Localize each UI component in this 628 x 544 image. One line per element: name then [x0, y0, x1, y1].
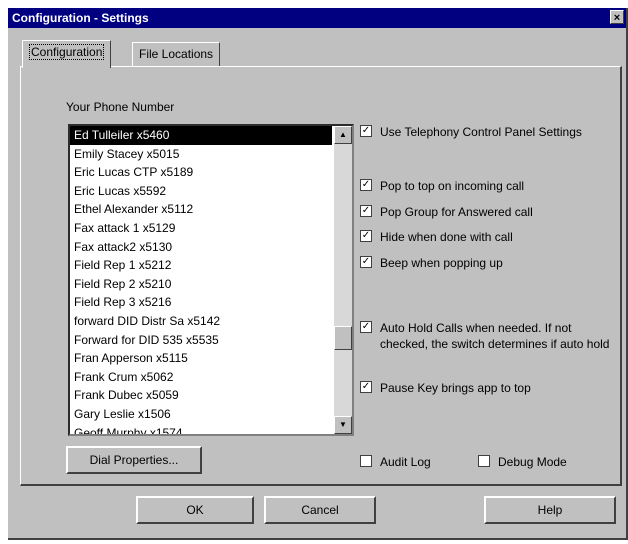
list-scrollbar[interactable]: ▲ ▼: [334, 126, 352, 434]
tab-configuration-label: Configuration: [29, 44, 105, 60]
title-bar[interactable]: Configuration - Settings ×: [8, 8, 626, 28]
checkbox-label: Auto Hold Calls when needed. If not chec…: [380, 321, 610, 351]
checkbox-label: Use Telephony Control Panel Settings: [380, 125, 582, 139]
pop-to-top-checkbox[interactable]: ✓ Pop to top on incoming call: [360, 178, 610, 194]
checkbox-box[interactable]: ✓: [360, 381, 372, 393]
hide-when-done-checkbox[interactable]: ✓ Hide when done with call: [360, 229, 610, 245]
phone-number-listbox[interactable]: Ed Tulleiler x5460 Emily Stacey x5015 Eric…: [68, 124, 354, 436]
settings-dialog: Configuration - Settings × Configuration…: [8, 8, 628, 540]
scroll-up-icon[interactable]: ▲: [334, 126, 352, 144]
scroll-thumb[interactable]: [334, 326, 352, 350]
tab-file-locations-label: File Locations: [139, 47, 214, 61]
checkbox-box[interactable]: ✓: [360, 179, 372, 191]
list-item[interactable]: Fax attack 1 x5129: [70, 219, 332, 238]
ok-button[interactable]: OK: [136, 496, 254, 524]
tab-configuration[interactable]: Configuration: [22, 40, 112, 68]
list-item[interactable]: forward DID Distr Sa x5142: [70, 312, 332, 331]
checkbox-label: Audit Log: [380, 455, 431, 469]
list-item[interactable]: Field Rep 3 x5216: [70, 293, 332, 312]
checkbox-box[interactable]: ✓: [360, 125, 372, 137]
list-item[interactable]: Forward for DID 535 x5535: [70, 331, 332, 350]
list-item[interactable]: Fax attack2 x5130: [70, 238, 332, 257]
checkbox-box[interactable]: [478, 455, 490, 467]
list-item[interactable]: Ed Tulleiler x5460: [70, 126, 332, 145]
scroll-down-icon[interactable]: ▼: [334, 416, 352, 434]
close-icon[interactable]: ×: [610, 10, 624, 24]
beep-when-popping-checkbox[interactable]: ✓ Beep when popping up: [360, 255, 610, 271]
list-item[interactable]: Fran Apperson x5115: [70, 349, 332, 368]
list-item[interactable]: Field Rep 1 x5212: [70, 256, 332, 275]
dial-properties-button[interactable]: Dial Properties...: [66, 446, 202, 474]
checkbox-label: Hide when done with call: [380, 230, 513, 244]
list-item[interactable]: Gary Leslie x1506: [70, 405, 332, 424]
checkbox-label: Pop to top on incoming call: [380, 179, 525, 193]
checkbox-box[interactable]: ✓: [360, 230, 372, 242]
tab-file-locations[interactable]: File Locations: [132, 42, 221, 66]
cancel-button[interactable]: Cancel: [264, 496, 376, 524]
list-item[interactable]: Geoff Murphy x1574: [70, 424, 332, 435]
pause-key-checkbox[interactable]: ✓ Pause Key brings app to top: [360, 380, 610, 396]
checkbox-box[interactable]: ✓: [360, 256, 372, 268]
pop-group-checkbox[interactable]: ✓ Pop Group for Answered call: [360, 204, 610, 220]
auto-hold-checkbox[interactable]: ✓ Auto Hold Calls when needed. If not ch…: [360, 320, 622, 352]
checkbox-label: Debug Mode: [498, 455, 567, 469]
list-item[interactable]: Ethel Alexander x5112: [70, 200, 332, 219]
audit-log-checkbox[interactable]: Audit Log: [360, 454, 470, 470]
checkbox-box[interactable]: ✓: [360, 205, 372, 217]
phone-number-items: Ed Tulleiler x5460 Emily Stacey x5015 Eric…: [70, 126, 352, 435]
checkbox-label: Pause Key brings app to top: [380, 381, 531, 395]
list-item[interactable]: Field Rep 2 x5210: [70, 275, 332, 294]
window-title: Configuration - Settings: [12, 11, 149, 25]
list-item[interactable]: Frank Dubec x5059: [70, 386, 332, 405]
checkbox-label: Pop Group for Answered call: [380, 205, 533, 219]
checkbox-box[interactable]: ✓: [360, 321, 372, 333]
list-item[interactable]: Emily Stacey x5015: [70, 145, 332, 164]
phone-number-label: Your Phone Number: [66, 100, 175, 114]
debug-mode-checkbox[interactable]: Debug Mode: [478, 454, 608, 470]
list-item[interactable]: Eric Lucas CTP x5189: [70, 163, 332, 182]
list-item[interactable]: Frank Crum x5062: [70, 368, 332, 387]
help-button[interactable]: Help: [484, 496, 616, 524]
use-telephony-settings-checkbox[interactable]: ✓ Use Telephony Control Panel Settings: [360, 124, 610, 140]
list-item[interactable]: Eric Lucas x5592: [70, 182, 332, 201]
checkbox-box[interactable]: [360, 455, 372, 467]
checkbox-label: Beep when popping up: [380, 256, 503, 270]
